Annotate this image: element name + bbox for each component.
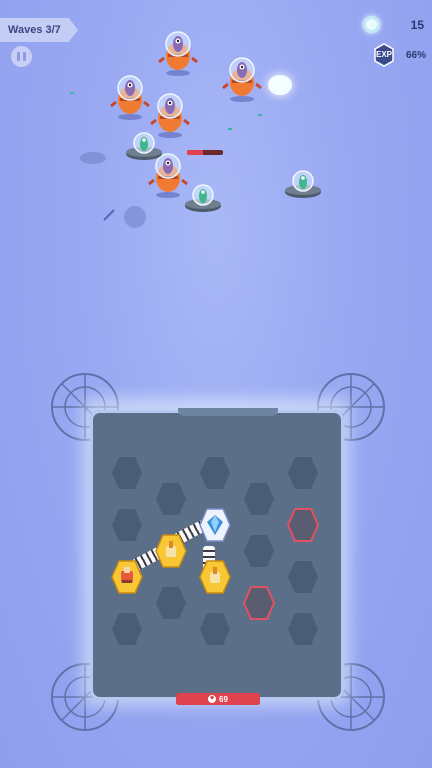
hex-cell-empty[interactable] bbox=[287, 456, 319, 490]
base-hp-value: 69 bbox=[219, 694, 228, 704]
hex-cell-empty[interactable] bbox=[111, 508, 143, 542]
alien-saucer-enemy bbox=[126, 132, 162, 160]
turret-cell[interactable] bbox=[111, 560, 143, 594]
debris-particle bbox=[258, 114, 262, 116]
debris-particle bbox=[70, 92, 74, 94]
hex-cell-empty[interactable] bbox=[155, 586, 187, 620]
hex-cell-empty[interactable] bbox=[199, 612, 231, 646]
alien-walker-enemy bbox=[158, 31, 198, 76]
build-board bbox=[90, 410, 344, 700]
hex-cell-empty[interactable] bbox=[287, 612, 319, 646]
turret-cell[interactable] bbox=[155, 534, 187, 568]
debris-icon bbox=[102, 208, 116, 227]
pause-button[interactable] bbox=[11, 46, 32, 67]
enemy-shadow bbox=[124, 206, 146, 228]
board-notch bbox=[178, 408, 278, 416]
alien-walker-enemy bbox=[222, 57, 262, 102]
debris-particle bbox=[228, 128, 232, 130]
exp-icon: EXP bbox=[372, 43, 396, 67]
hex-cell-blocked[interactable] bbox=[243, 586, 275, 620]
enemy-hp-bar bbox=[187, 150, 223, 155]
exp-percent: 66% bbox=[405, 49, 426, 61]
coin-value: 15 bbox=[410, 17, 424, 32]
exp-indicator: EXP 66% bbox=[372, 43, 426, 67]
hex-cell-empty[interactable] bbox=[155, 482, 187, 516]
exp-badge-label: EXP bbox=[375, 50, 392, 59]
alien-saucer-enemy bbox=[285, 170, 321, 198]
hex-cell-empty[interactable] bbox=[199, 456, 231, 490]
hex-cell-empty[interactable] bbox=[287, 560, 319, 594]
hex-cell-blocked[interactable] bbox=[287, 508, 319, 542]
alien-walker-enemy bbox=[110, 75, 150, 120]
waves-label: Waves 3/7 bbox=[8, 24, 61, 36]
hex-cell-empty[interactable] bbox=[111, 612, 143, 646]
coin-counter: 15 bbox=[363, 16, 424, 33]
heart-icon: ♥ bbox=[208, 695, 217, 703]
hex-cell-empty[interactable] bbox=[111, 456, 143, 490]
turret-cell[interactable] bbox=[199, 560, 231, 594]
enemy-hp-fill bbox=[187, 150, 204, 155]
pause-icon bbox=[17, 52, 20, 61]
hex-cell-empty[interactable] bbox=[243, 534, 275, 568]
alien-saucer-enemy bbox=[185, 184, 221, 212]
energy-orb-pickup[interactable] bbox=[268, 75, 292, 95]
base-hp-bar: ♥ 69 bbox=[176, 693, 260, 705]
hex-cell-empty[interactable] bbox=[243, 482, 275, 516]
waves-counter: Waves 3/7 bbox=[0, 18, 78, 42]
core-crystal-cell[interactable] bbox=[199, 508, 231, 542]
enemy-shadow bbox=[80, 152, 106, 164]
coin-icon bbox=[363, 16, 380, 33]
